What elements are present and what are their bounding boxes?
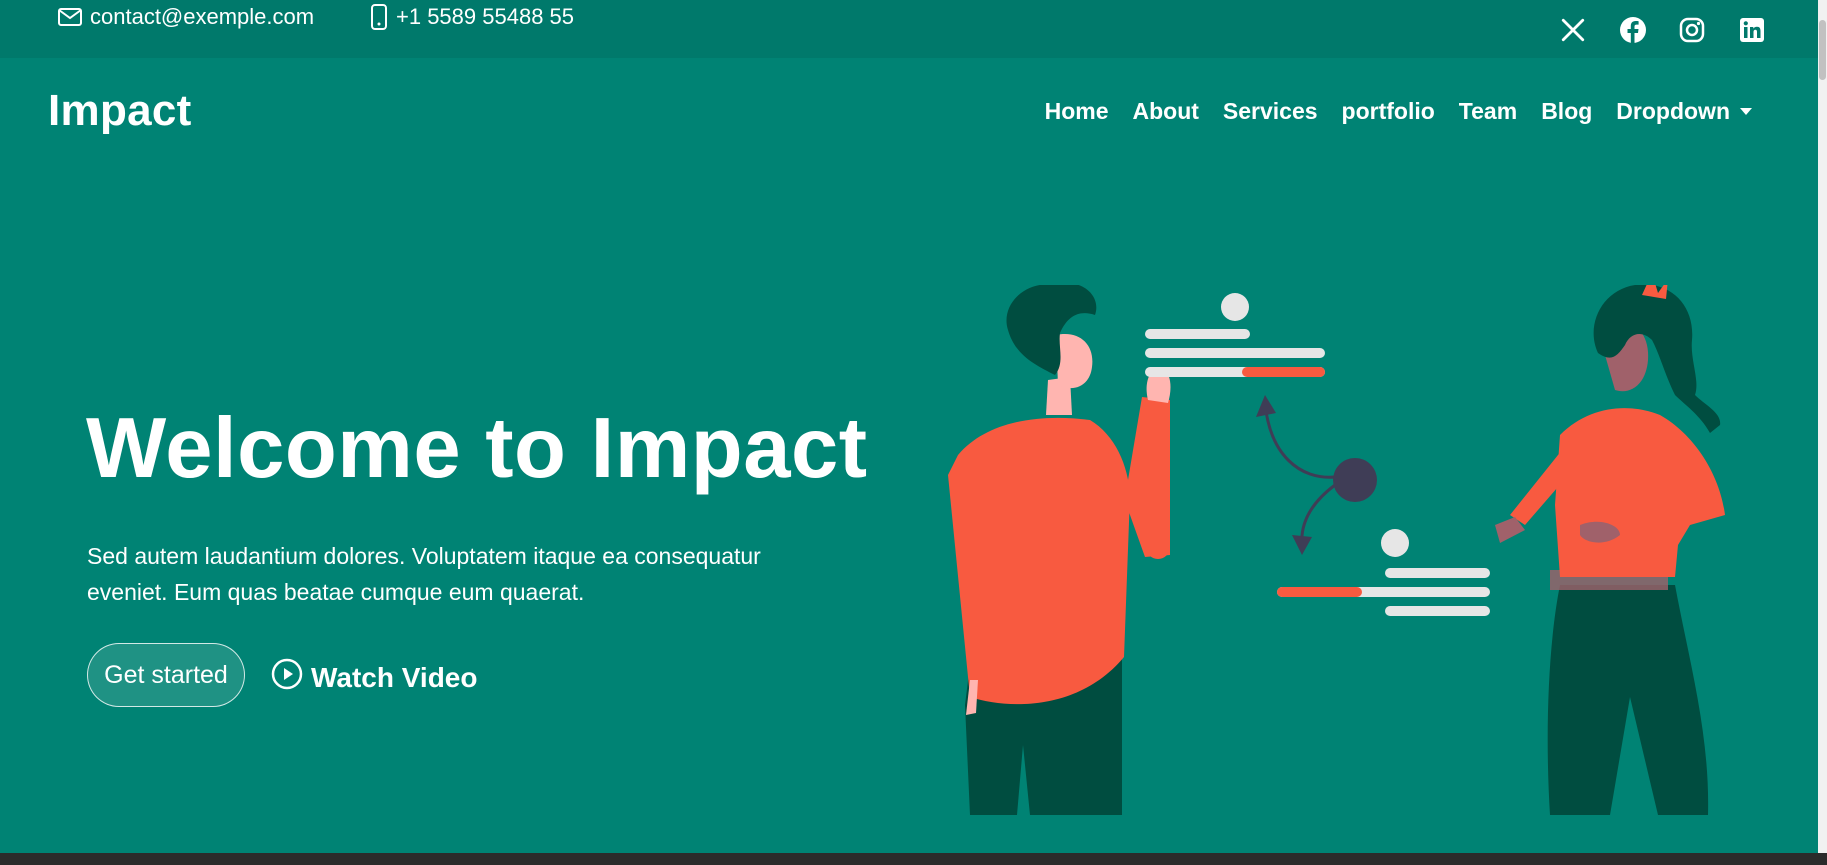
top-data-card: [1145, 293, 1325, 377]
facebook-icon[interactable]: [1618, 15, 1648, 45]
hero-description: Sed autem laudantium dolores. Voluptatem…: [87, 543, 761, 605]
page: contact@exemple.com +1 5589 55488 55 Imp…: [0, 0, 1827, 865]
nav-about[interactable]: About: [1132, 98, 1198, 125]
phone-text[interactable]: +1 5589 55488 55: [396, 4, 574, 30]
phone-icon: [370, 4, 388, 30]
man-figure: [948, 285, 1171, 815]
nav-dropdown[interactable]: Dropdown: [1616, 98, 1752, 125]
scrollbar-thumb[interactable]: [1819, 20, 1826, 80]
email-text[interactable]: contact@exemple.com: [90, 4, 314, 30]
get-started-button[interactable]: Get started: [87, 643, 245, 707]
nav-dropdown-label: Dropdown: [1616, 98, 1730, 124]
nav-services[interactable]: Services: [1223, 98, 1318, 125]
watch-video-button[interactable]: Watch Video: [271, 658, 477, 697]
navbar: Impact Home About Services portfolio Tea…: [0, 58, 1818, 168]
caret-down-icon: [1740, 108, 1752, 115]
nav-home[interactable]: Home: [1045, 98, 1109, 125]
linkedin-icon[interactable]: [1737, 15, 1767, 45]
nav-portfolio[interactable]: portfolio: [1342, 98, 1435, 125]
email-contact[interactable]: contact@exemple.com: [58, 4, 314, 30]
watch-video-label: Watch Video: [311, 661, 478, 693]
taskbar-strip: [0, 853, 1827, 865]
instagram-icon[interactable]: [1677, 15, 1707, 45]
play-circle-icon: [271, 658, 303, 697]
x-twitter-icon[interactable]: [1558, 15, 1588, 45]
phone-contact[interactable]: +1 5589 55488 55: [370, 4, 574, 30]
site-logo[interactable]: Impact: [48, 86, 192, 136]
vertical-scrollbar[interactable]: [1818, 0, 1827, 853]
nav-blog[interactable]: Blog: [1541, 98, 1592, 125]
main-nav: Home About Services portfolio Team Blog …: [1045, 98, 1752, 125]
envelope-icon: [58, 8, 82, 26]
connector-arrows: [1256, 395, 1377, 555]
hero-title: Welcome to Impact: [86, 401, 868, 496]
hero-illustration: [948, 285, 1725, 815]
topbar: contact@exemple.com +1 5589 55488 55: [0, 0, 1818, 58]
browser-viewport: contact@exemple.com +1 5589 55488 55 Imp…: [0, 0, 1818, 853]
nav-team[interactable]: Team: [1459, 98, 1517, 125]
woman-figure: [1495, 285, 1725, 815]
